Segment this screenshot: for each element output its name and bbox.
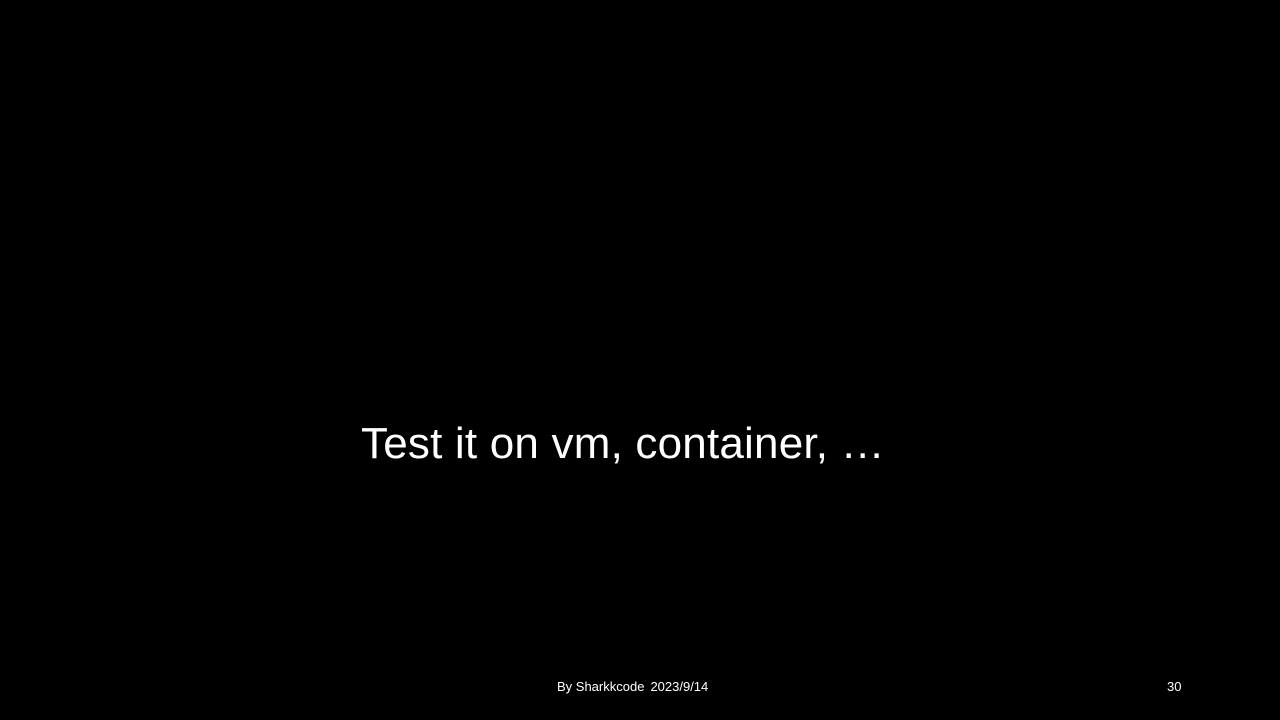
footer-date: 2023/9/14 (650, 679, 709, 694)
slide-number: 30 (1167, 679, 1182, 694)
slide-footer: By Sharkkcode 2023/9/14 (557, 678, 708, 696)
presentation-slide: Test it on vm, container, … By Sharkkcod… (0, 0, 1280, 720)
footer-author: By Sharkkcode (557, 679, 645, 694)
slide-title: Test it on vm, container, … (361, 419, 885, 468)
